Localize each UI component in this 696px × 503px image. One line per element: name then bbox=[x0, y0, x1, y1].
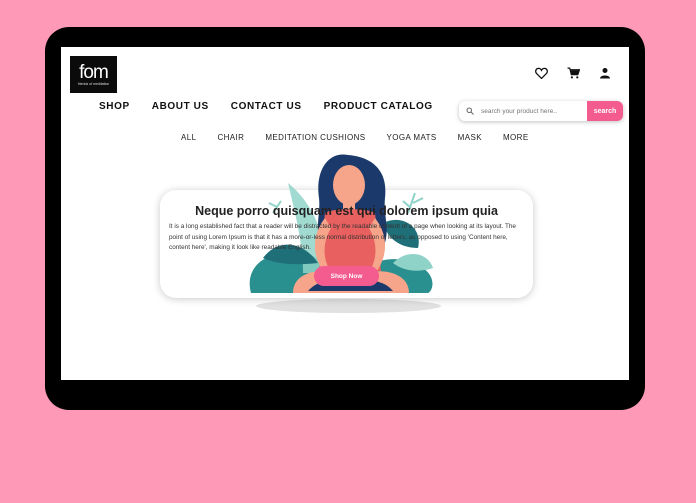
category-chair[interactable]: CHAIR bbox=[217, 133, 244, 142]
search-input[interactable] bbox=[481, 107, 585, 115]
category-mask[interactable]: MASK bbox=[458, 133, 482, 142]
website-screen: fom friends of meditation SHOP ABOUT US … bbox=[61, 47, 629, 380]
logo-mark: fom bbox=[79, 61, 109, 83]
nav-contact-us[interactable]: CONTACT US bbox=[231, 101, 302, 112]
category-navigation: ALL CHAIR MEDITATION CUSHIONS YOGA MATS … bbox=[181, 133, 529, 142]
shop-now-button[interactable]: Shop Now bbox=[314, 266, 379, 286]
logo-tagline: friends of meditation bbox=[77, 81, 110, 86]
brand-logo[interactable]: fom friends of meditation bbox=[70, 56, 117, 93]
category-all[interactable]: ALL bbox=[181, 133, 196, 142]
category-meditation-cushions[interactable]: MEDITATION CUSHIONS bbox=[265, 133, 365, 142]
main-navigation: SHOP ABOUT US CONTACT US PRODUCT CATALOG bbox=[99, 101, 433, 112]
nav-shop[interactable]: SHOP bbox=[99, 101, 130, 112]
hero-description: It is a long established fact that a rea… bbox=[169, 223, 516, 252]
header-icons bbox=[534, 66, 612, 80]
category-more[interactable]: MORE bbox=[503, 133, 529, 142]
device-frame: fom friends of meditation SHOP ABOUT US … bbox=[45, 27, 645, 410]
nav-product-catalog[interactable]: PRODUCT CATALOG bbox=[324, 101, 433, 112]
search-icon bbox=[459, 107, 481, 115]
user-icon[interactable] bbox=[598, 66, 612, 80]
search-button[interactable]: search bbox=[587, 101, 623, 121]
search-bar: search bbox=[459, 101, 623, 121]
heart-icon[interactable] bbox=[534, 66, 548, 80]
nav-about-us[interactable]: ABOUT US bbox=[152, 101, 209, 112]
hero-title: Neque porro quisquam est qui dolorem ips… bbox=[195, 204, 498, 218]
category-yoga-mats[interactable]: YOGA MATS bbox=[387, 133, 437, 142]
cart-icon[interactable] bbox=[566, 66, 580, 80]
